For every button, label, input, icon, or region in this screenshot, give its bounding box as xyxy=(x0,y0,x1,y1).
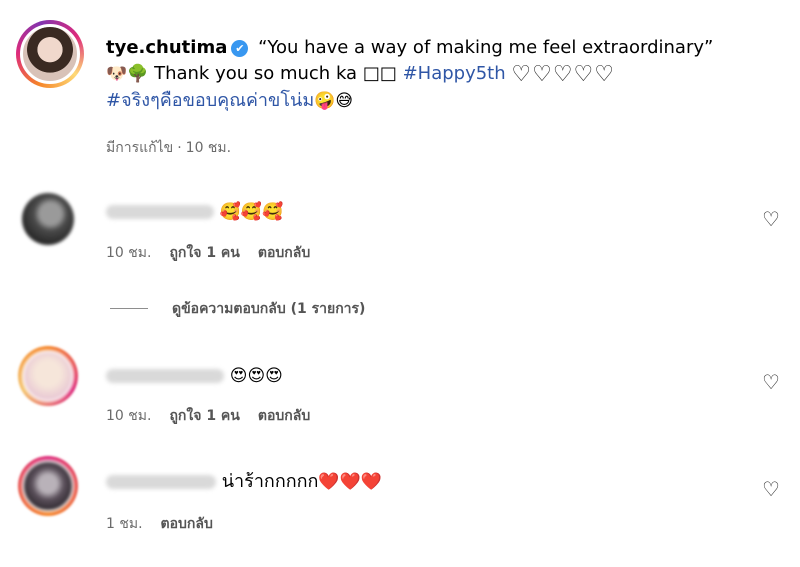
comment-likes-button[interactable]: ถูกใจ 1 คน xyxy=(169,408,239,424)
like-heart-icon[interactable]: ♡ xyxy=(762,372,780,392)
comment-meta: 1 ชม. ตอบกลับ xyxy=(106,513,231,535)
view-replies-button[interactable]: ดูข้อความตอบกลับ (1 รายการ) xyxy=(172,298,365,320)
comment-avatar[interactable] xyxy=(22,350,74,402)
hashtag-link[interactable]: #Happy5th xyxy=(403,63,506,84)
caption-text: Thank you so much ka xyxy=(154,63,358,84)
caption-boxes: □□ xyxy=(362,63,397,84)
reply-button[interactable]: ตอบกลับ xyxy=(161,516,213,532)
comment-text: 😍😍😍 xyxy=(229,366,283,386)
comment-time: 1 ชม. xyxy=(106,516,143,532)
comment-hearts: ❤️❤️❤️ xyxy=(318,472,382,492)
comment-2: 😍😍😍 xyxy=(106,362,283,390)
comment-avatar[interactable] xyxy=(22,193,74,245)
comment-1: 🥰🥰🥰 xyxy=(106,198,283,226)
reply-button[interactable]: ตอบกลับ xyxy=(258,408,310,424)
comment-time: 10 ชม. xyxy=(106,408,152,424)
comment-meta: 10 ชม. ถูกใจ 1 คน ตอบกลับ xyxy=(106,242,328,264)
comment-likes-button[interactable]: ถูกใจ 1 คน xyxy=(169,245,239,261)
comment-meta: 10 ชม. ถูกใจ 1 คน ตอบกลับ xyxy=(106,405,328,427)
like-heart-icon[interactable]: ♡ xyxy=(762,479,780,499)
post-username[interactable]: tye.chutima xyxy=(106,37,227,58)
post-avatar[interactable] xyxy=(20,24,80,84)
replies-divider xyxy=(110,308,148,309)
caption-emojis-end: 🤪😅 xyxy=(314,91,354,111)
post-caption: tye.chutima ✔ “You have a way of making m… xyxy=(106,35,786,114)
comment-time: 10 ชม. xyxy=(106,245,152,261)
comment-text: 🥰🥰🥰 xyxy=(219,202,284,222)
caption-quote: “You have a way of making me feel extrao… xyxy=(258,37,714,58)
comment-username-blurred[interactable] xyxy=(106,369,224,383)
comment-avatar[interactable] xyxy=(22,460,74,512)
meta-separator: · xyxy=(177,140,182,156)
comment-username-blurred[interactable] xyxy=(106,205,214,219)
verified-icon: ✔ xyxy=(231,40,249,57)
post-time: 10 ชม. xyxy=(185,140,232,156)
comment-text: น่าร้ากกกกก xyxy=(221,471,319,492)
reply-button[interactable]: ตอบกลับ xyxy=(258,245,310,261)
post-meta: มีการแก้ไข · 10 ชม. xyxy=(106,137,249,159)
edited-label: มีการแก้ไข xyxy=(106,140,174,156)
comment-username-blurred[interactable] xyxy=(106,475,216,489)
caption-hearts: ♡♡♡♡♡ xyxy=(511,62,616,87)
comment-3: น่าร้ากกกกก❤️❤️❤️ xyxy=(106,468,382,496)
like-heart-icon[interactable]: ♡ xyxy=(762,209,780,229)
caption-emojis-start: 🐶🌳 xyxy=(106,64,149,84)
hashtag-link-thai[interactable]: #จริงๆคือขอบคุณค่าขโน่ม xyxy=(106,90,314,111)
